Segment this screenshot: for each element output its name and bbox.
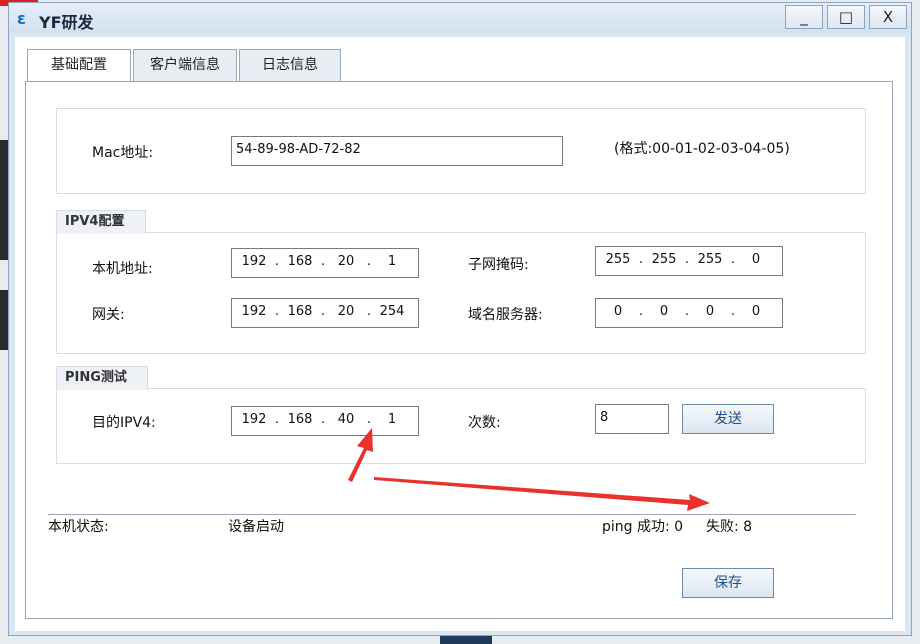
maximize-button[interactable]: □ (827, 5, 865, 29)
status-label: 本机状态: (48, 519, 109, 535)
gateway-input[interactable]: 192. 168. 20. 254 (231, 298, 419, 328)
minimize-button[interactable]: _ (785, 5, 823, 29)
tab-client-info[interactable]: 客户端信息 (133, 49, 237, 81)
local-ip-input[interactable]: 192. 168. 20. 1 (231, 248, 419, 278)
title-bar[interactable]: ɛ YF研发 _ □ X (9, 3, 911, 33)
local-ip-label: 本机地址: (92, 261, 153, 277)
subnet-mask-label: 子网掩码: (468, 257, 529, 273)
yf-logo-icon: ɛ (17, 9, 26, 28)
app-window: ɛ YF研发 _ □ X 基础配置 客户端信息 日志信息 Mac地址: 54-8… (8, 2, 912, 636)
gateway-label: 网关: (92, 307, 125, 323)
mac-format-hint: (格式:00-01-02-03-04-05) (614, 141, 790, 157)
window-title: YF研发 (39, 13, 94, 32)
ping-count-input[interactable]: 8 (595, 404, 669, 434)
ipv4-group-title: IPV4配置 (56, 210, 146, 234)
close-button[interactable]: X (869, 5, 907, 29)
desktop-fragment (0, 290, 8, 350)
status-divider (48, 514, 856, 515)
subnet-mask-input[interactable]: 255. 255. 255. 0 (595, 246, 783, 276)
save-button[interactable]: 保存 (682, 568, 774, 598)
ping-success-count: ping 成功: 0 (602, 519, 684, 535)
tab-log-info[interactable]: 日志信息 (239, 49, 341, 81)
ping-count-label: 次数: (468, 415, 501, 431)
ping-target-input[interactable]: 192. 168. 40. 1 (231, 406, 419, 436)
dns-input[interactable]: 0. 0. 0. 0 (595, 298, 783, 328)
ping-fail-count: 失败: 8 (706, 519, 753, 535)
tab-basic-config[interactable]: 基础配置 (27, 49, 131, 83)
send-button[interactable]: 发送 (682, 404, 774, 434)
client-area: 基础配置 客户端信息 日志信息 Mac地址: 54-89-98-AD-72-82… (15, 37, 905, 631)
basic-config-panel: Mac地址: 54-89-98-AD-72-82 (格式:00-01-02-03… (25, 81, 893, 619)
desktop-fragment (0, 140, 8, 260)
ping-group-title: PING测试 (56, 366, 148, 390)
status-value: 设备启动 (228, 519, 284, 535)
desktop-fragment (440, 636, 492, 644)
dns-label: 域名服务器: (468, 307, 543, 323)
mac-input[interactable]: 54-89-98-AD-72-82 (231, 136, 563, 166)
mac-label: Mac地址: (92, 145, 154, 161)
ping-target-label: 目的IPV4: (92, 415, 156, 431)
